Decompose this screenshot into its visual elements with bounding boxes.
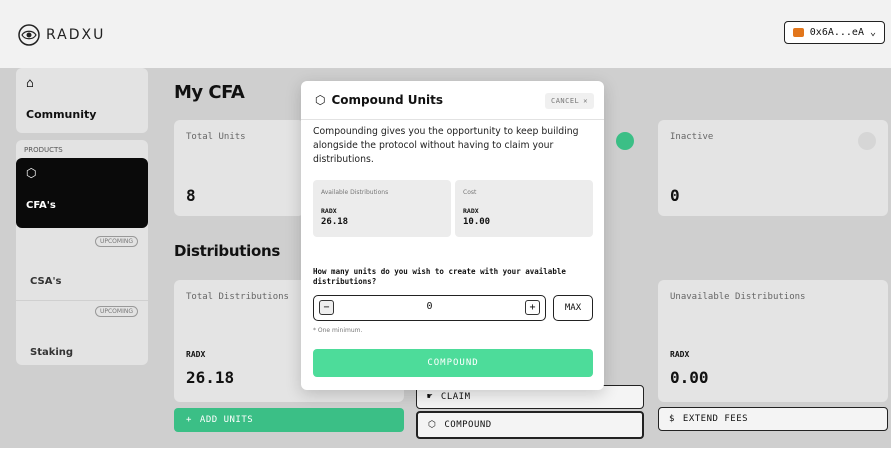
dollar-circle-icon: $ bbox=[669, 414, 675, 424]
extend-fees-button[interactable]: $ EXTEND FEES bbox=[658, 407, 888, 431]
available-value: 26.18 bbox=[321, 217, 349, 227]
available-label: Available Distributions bbox=[321, 189, 389, 196]
add-units-label: ADD UNITS bbox=[199, 415, 254, 425]
token-symbol: RADX bbox=[321, 207, 337, 215]
upcoming-badge: UPCOMING bbox=[94, 306, 138, 317]
top-bar: RADXU 0x6A...eA ⌄ bbox=[0, 0, 891, 68]
sidebar-item-label: Community bbox=[26, 108, 97, 121]
compound-units-modal: ⬡ Compound Units CANCEL ✕ Compounding gi… bbox=[301, 81, 604, 390]
increment-button[interactable]: + bbox=[525, 300, 540, 315]
total-distributions-label: Total Distributions bbox=[186, 292, 289, 302]
sidebar-item-community[interactable]: ⌂ Community bbox=[16, 68, 148, 133]
compound-button[interactable]: ⬡ COMPOUND bbox=[416, 411, 644, 439]
sidebar-item-label: CSA's bbox=[30, 276, 62, 287]
total-distributions-value: 26.18 bbox=[186, 368, 235, 387]
metamask-fox-icon bbox=[792, 28, 804, 37]
divider bbox=[301, 119, 604, 120]
upcoming-badge: UPCOMING bbox=[94, 236, 138, 247]
cost-value: 10.00 bbox=[463, 217, 491, 227]
cancel-button[interactable]: CANCEL ✕ bbox=[544, 93, 594, 109]
divider bbox=[16, 300, 148, 301]
quantity-input[interactable]: 0 bbox=[354, 301, 505, 312]
inactive-label: Inactive bbox=[670, 132, 714, 142]
sidebar-item-label: CFA's bbox=[26, 200, 56, 211]
products-panel: PRODUCTS ⬡ CFA's UPCOMING CSA's UPCOMING… bbox=[16, 140, 148, 365]
home-icon: ⌂ bbox=[26, 76, 34, 91]
sidebar-item-label: Staking bbox=[30, 347, 74, 358]
quantity-stepper: − 0 + bbox=[313, 295, 546, 321]
minimum-note: * One minimum. bbox=[313, 327, 363, 334]
inactive-status-icon bbox=[858, 132, 876, 150]
app-name: RADXU bbox=[46, 27, 106, 43]
distributions-title: Distributions bbox=[174, 242, 280, 260]
inactive-card: Inactive 0 bbox=[658, 120, 888, 216]
inactive-value: 0 bbox=[670, 186, 680, 205]
logo[interactable]: RADXU bbox=[18, 24, 105, 46]
hexagon-icon: ⬡ bbox=[315, 93, 326, 107]
total-units-card: Total Units 8 bbox=[174, 120, 304, 216]
cancel-label: CANCEL bbox=[550, 97, 580, 105]
available-distributions-box: Available Distributions RADX 26.18 bbox=[313, 180, 451, 237]
compound-submit-button[interactable]: COMPOUND bbox=[313, 349, 593, 377]
cost-box: Cost RADX 10.00 bbox=[455, 180, 593, 237]
decrement-button[interactable]: − bbox=[319, 300, 334, 315]
modal-description: Compounding gives you the opportunity to… bbox=[313, 126, 579, 165]
wallet-button[interactable]: 0x6A...eA ⌄ bbox=[783, 21, 885, 44]
hand-coin-icon: ☛ bbox=[427, 392, 433, 402]
my-cfa-title: My CFA bbox=[174, 82, 245, 103]
cube-icon: ⬡ bbox=[26, 166, 37, 180]
active-status-icon bbox=[616, 132, 634, 150]
add-units-button[interactable]: + ADD UNITS bbox=[174, 408, 404, 432]
token-symbol: RADX bbox=[186, 350, 206, 359]
token-symbol: RADX bbox=[670, 350, 690, 359]
compound-label: COMPOUND bbox=[444, 420, 492, 430]
total-units-value: 8 bbox=[186, 186, 196, 205]
radxu-logo-icon bbox=[18, 24, 40, 46]
units-question: How many units do you wish to create wit… bbox=[313, 267, 566, 286]
unavailable-distributions-value: 0.00 bbox=[670, 368, 709, 387]
token-symbol: RADX bbox=[463, 207, 479, 215]
chevron-down-icon: ⌄ bbox=[869, 27, 876, 38]
wallet-address: 0x6A...eA bbox=[809, 27, 864, 38]
claim-label: CLAIM bbox=[440, 392, 471, 402]
plus-icon: + bbox=[186, 415, 192, 425]
modal-title-text: Compound Units bbox=[331, 93, 444, 107]
cost-label: Cost bbox=[463, 189, 477, 196]
hexagon-icon: ⬡ bbox=[428, 420, 437, 430]
extend-fees-label: EXTEND FEES bbox=[682, 414, 749, 424]
total-units-label: Total Units bbox=[186, 132, 246, 142]
max-button[interactable]: MAX bbox=[553, 295, 593, 321]
products-label: PRODUCTS bbox=[24, 146, 63, 154]
close-icon: ✕ bbox=[583, 97, 588, 105]
unavailable-distributions-card: Unavailable Distributions RADX 0.00 bbox=[658, 280, 888, 402]
sidebar-item-cfas[interactable]: ⬡ CFA's bbox=[16, 158, 148, 228]
modal-title: ⬡ Compound Units bbox=[315, 93, 443, 107]
unavailable-distributions-label: Unavailable Distributions bbox=[670, 292, 806, 302]
